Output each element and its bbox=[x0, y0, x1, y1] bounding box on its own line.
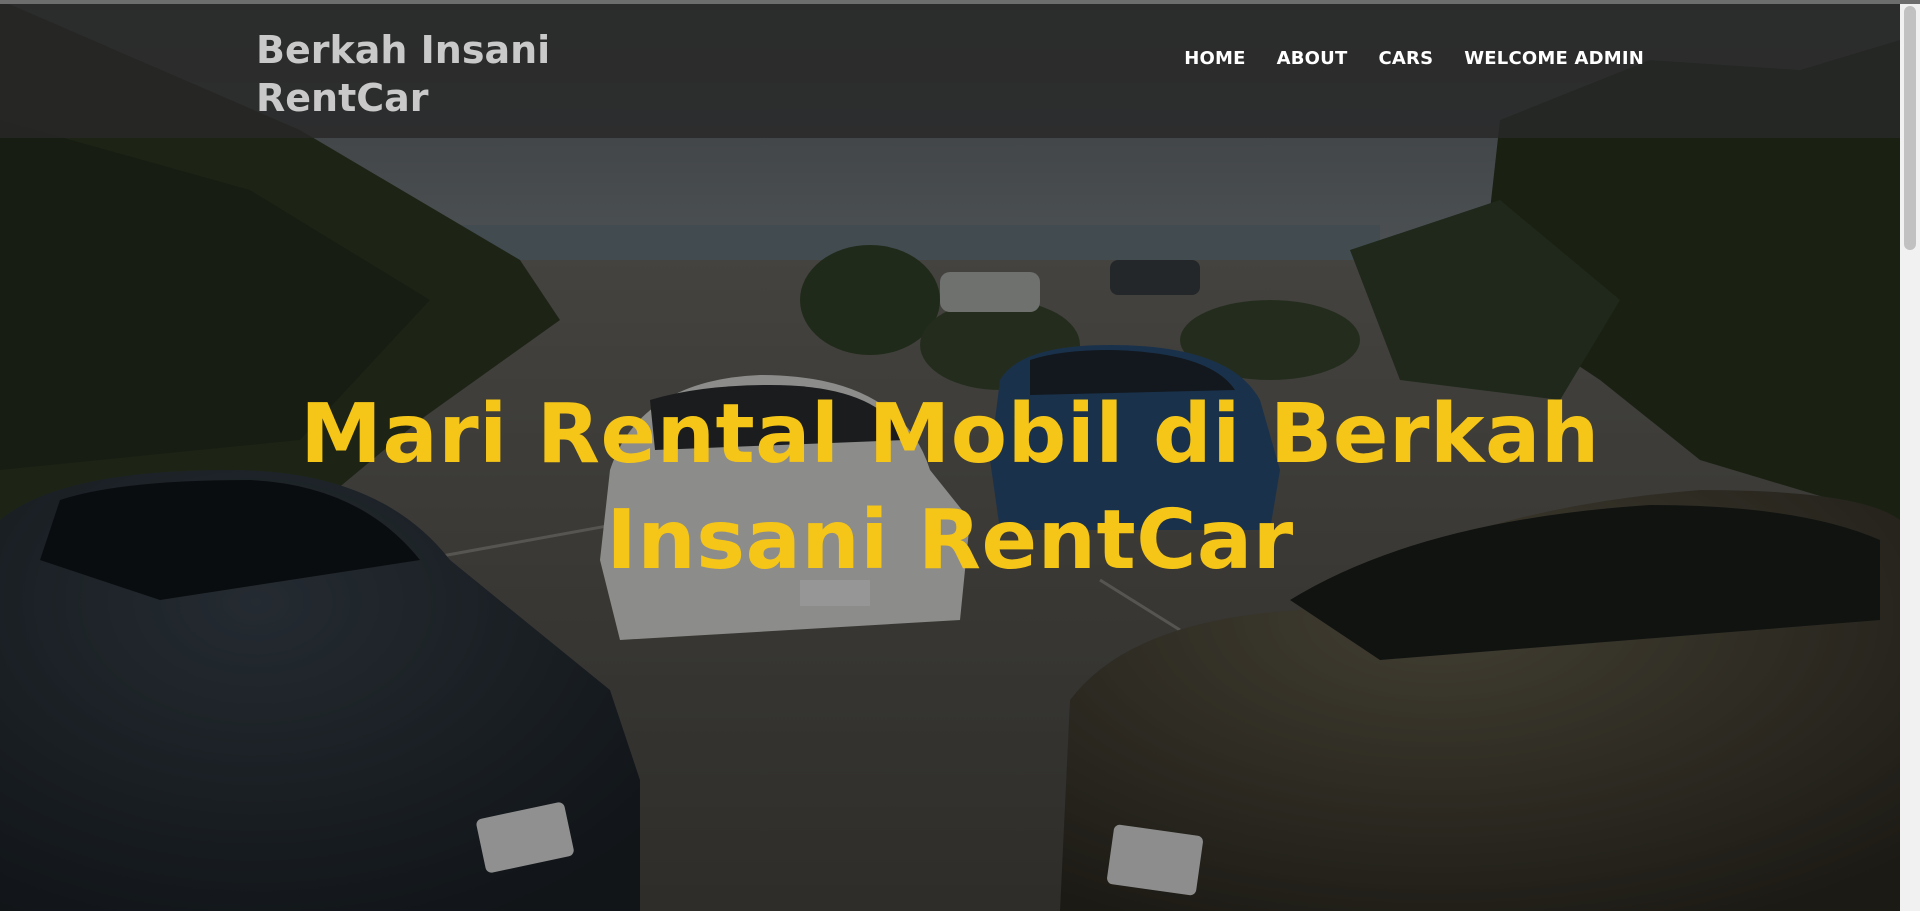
nav-item-welcome-admin: WELCOME ADMIN bbox=[1464, 48, 1644, 69]
nav-link-welcome-admin[interactable]: WELCOME ADMIN bbox=[1464, 48, 1644, 69]
scrollbar-thumb[interactable] bbox=[1904, 6, 1916, 250]
nav-item-home: HOME bbox=[1184, 48, 1245, 69]
nav-link-cars[interactable]: CARS bbox=[1378, 48, 1433, 69]
nav-link-about[interactable]: ABOUT bbox=[1277, 48, 1348, 69]
brand-logo-link[interactable]: Berkah Insani RentCar bbox=[256, 26, 586, 122]
hero-title: Mari Rental Mobil di Berkah Insani RentC… bbox=[300, 387, 1600, 588]
page-scrollbar[interactable] bbox=[1900, 4, 1920, 911]
nav-menu: HOME ABOUT CARS WELCOME ADMIN bbox=[1184, 48, 1644, 69]
navbar: Berkah Insani RentCar HOME ABOUT CARS WE… bbox=[0, 4, 1900, 138]
window-top-border bbox=[0, 0, 1920, 4]
nav-link-home[interactable]: HOME bbox=[1184, 48, 1245, 69]
page: Berkah Insani RentCar HOME ABOUT CARS WE… bbox=[0, 0, 1920, 911]
nav-item-cars: CARS bbox=[1378, 48, 1433, 69]
nav-item-about: ABOUT bbox=[1277, 48, 1348, 69]
